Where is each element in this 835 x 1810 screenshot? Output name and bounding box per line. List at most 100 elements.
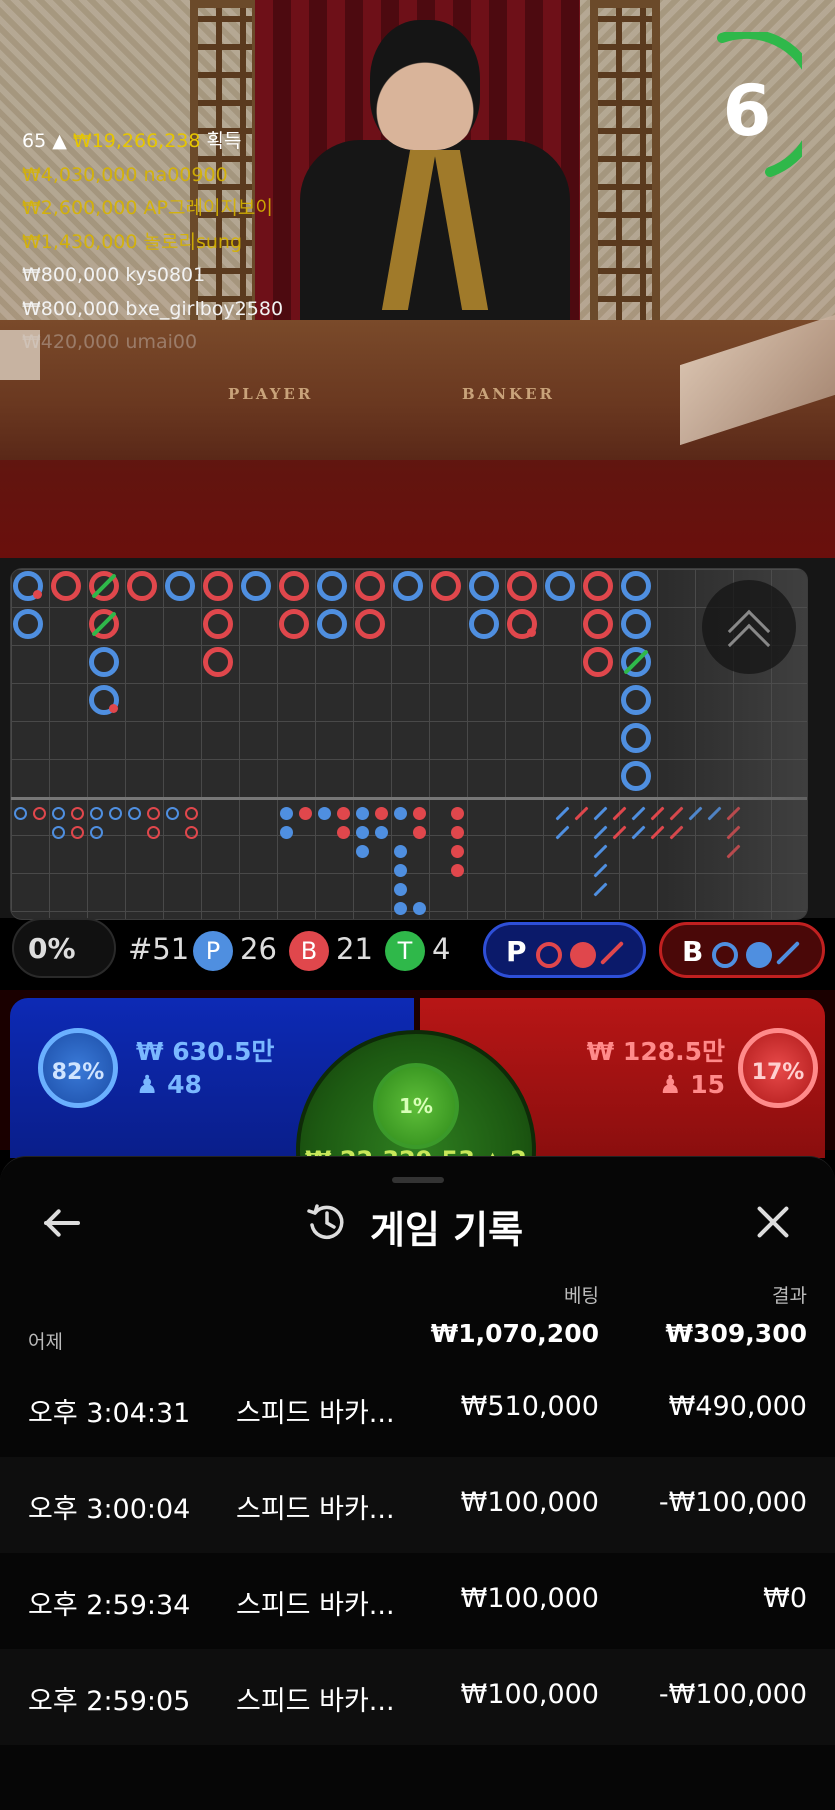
banker-count: 21 [336, 932, 373, 966]
player-bet-amount: ₩ 630.5만 [136, 1037, 275, 1066]
small-road-player [394, 883, 407, 896]
countdown-timer: 6 [692, 32, 802, 182]
cockroach-player [593, 806, 608, 821]
winners-header: 65 ▲ ₩19,266,238 획득 [22, 125, 322, 159]
bead-player [89, 685, 119, 715]
history-row[interactable]: 오후 2:59:34 스피드 바카... ₩100,000 ₩0 [0, 1553, 835, 1649]
bead-player [317, 571, 347, 601]
predict-slash-icon [775, 940, 801, 966]
predict-ring-icon [536, 942, 562, 968]
bead-player [469, 609, 499, 639]
roadmap-grid[interactable] [10, 568, 808, 920]
bet-panels: 82% ₩ 630.5만 ♟ 48 ₩ 128.5만 ♟ 15 17% 1% ₩… [0, 990, 835, 1270]
bigeye-player [90, 807, 103, 820]
cockroach-player [593, 863, 608, 878]
tie-count: 4 [432, 932, 451, 966]
cockroach-banker [612, 825, 627, 840]
expand-roadmap-button[interactable] [702, 580, 796, 674]
dealer [300, 20, 570, 360]
bigeye-banker [71, 807, 84, 820]
history-icon [307, 1204, 344, 1240]
bigeye-player [166, 807, 179, 820]
bigeye-player [52, 807, 65, 820]
table-label-player: PLAYER [228, 385, 314, 403]
player-predict-label: P [506, 935, 527, 968]
small-road-player [356, 845, 369, 858]
small-road-player [394, 807, 407, 820]
bigeye-banker [185, 807, 198, 820]
small-road-banker [375, 807, 388, 820]
history-row[interactable]: 오후 3:00:04 스피드 바카... ₩100,000 -₩100,000 [0, 1457, 835, 1553]
user-icon: ♟ [659, 1070, 691, 1099]
table-label-banker: BANKER [462, 385, 555, 403]
column-header-bet: 베팅 [564, 1285, 599, 1307]
small-road-banker [413, 807, 426, 820]
player-bet-pct: 82% [38, 1028, 118, 1108]
bead-player [621, 647, 651, 677]
player-predict-button[interactable]: P [483, 922, 646, 978]
bead-banker [583, 647, 613, 677]
bigeye-player [90, 826, 103, 839]
bead-player [621, 609, 651, 639]
bead-player [469, 571, 499, 601]
bead-player [621, 723, 651, 753]
stats-bar: 0% #51 P 26 B 21 T 4 P B [0, 910, 835, 990]
winner-row: ₩420,000 umai00 [22, 331, 198, 353]
sheet-handle[interactable] [392, 1177, 444, 1183]
small-road-banker [413, 826, 426, 839]
banker-predict-label: B [682, 935, 704, 968]
win-rate-pill[interactable]: 0% [12, 918, 116, 978]
banker-bet-amount: ₩ 128.5만 [586, 1037, 725, 1066]
bead-banker [279, 609, 309, 639]
cockroach-banker [574, 806, 589, 821]
bead-banker [127, 571, 157, 601]
winners-list: 65 ▲ ₩19,266,238 획득 ₩4,030,000 na00900 ₩… [22, 125, 322, 360]
cockroach-player [593, 882, 608, 897]
cockroach-player [593, 844, 608, 859]
banker-bet-pct: 17% [738, 1028, 818, 1108]
cockroach-player [555, 806, 570, 821]
bead-player [241, 571, 271, 601]
trophy-icon: ▲ [52, 130, 67, 152]
winners-count: 65 [22, 130, 47, 152]
small-road-banker [337, 807, 350, 820]
close-button[interactable] [748, 1197, 798, 1247]
bigeye-player [52, 826, 65, 839]
win-rate-value: 0% [28, 932, 76, 965]
bead-banker [203, 647, 233, 677]
bead-player [317, 609, 347, 639]
winner-row: ₩1,430,000 놀로리sung [22, 230, 243, 253]
predict-ring-icon [712, 942, 738, 968]
bead-banker [583, 609, 613, 639]
winner-row: ₩4,030,000 na00900 [22, 163, 228, 186]
small-road-banker [337, 826, 350, 839]
back-button[interactable] [40, 1197, 90, 1247]
small-road-banker [299, 807, 312, 820]
cockroach-player [555, 825, 570, 840]
bead-player [545, 571, 575, 601]
small-road-player [318, 807, 331, 820]
banker-predict-button[interactable]: B [659, 922, 825, 978]
small-road-player [375, 826, 388, 839]
column-header-result: 결과 [772, 1285, 807, 1307]
cockroach-player [631, 806, 646, 821]
bead-banker [507, 571, 537, 601]
bead-banker [355, 609, 385, 639]
sheet-title: 게임 기록 [370, 1208, 524, 1252]
bead-banker [203, 609, 233, 639]
small-road-player [356, 807, 369, 820]
player-bet-users: ♟ 48 [136, 1070, 202, 1099]
bigeye-banker [33, 807, 46, 820]
history-row[interactable]: 오후 3:04:31 스피드 바카... ₩510,000 ₩490,000 [0, 1361, 835, 1457]
bigeye-player [14, 807, 27, 820]
cockroach-banker [612, 806, 627, 821]
small-road-player [394, 845, 407, 858]
predict-dot-icon [746, 942, 772, 968]
bead-player [13, 609, 43, 639]
winner-row: ₩800,000 bxe_girlboy2580 [22, 297, 284, 320]
bead-player [621, 571, 651, 601]
user-icon: ♟ [136, 1070, 168, 1099]
tie-bet-pct: 1% [373, 1063, 459, 1149]
live-video: PLAYER BANKER 65 ▲ ₩19,266,238 획득 ₩4,030… [0, 0, 835, 558]
history-row[interactable]: 오후 2:59:05 스피드 바카... ₩100,000 -₩100,000 [0, 1649, 835, 1745]
